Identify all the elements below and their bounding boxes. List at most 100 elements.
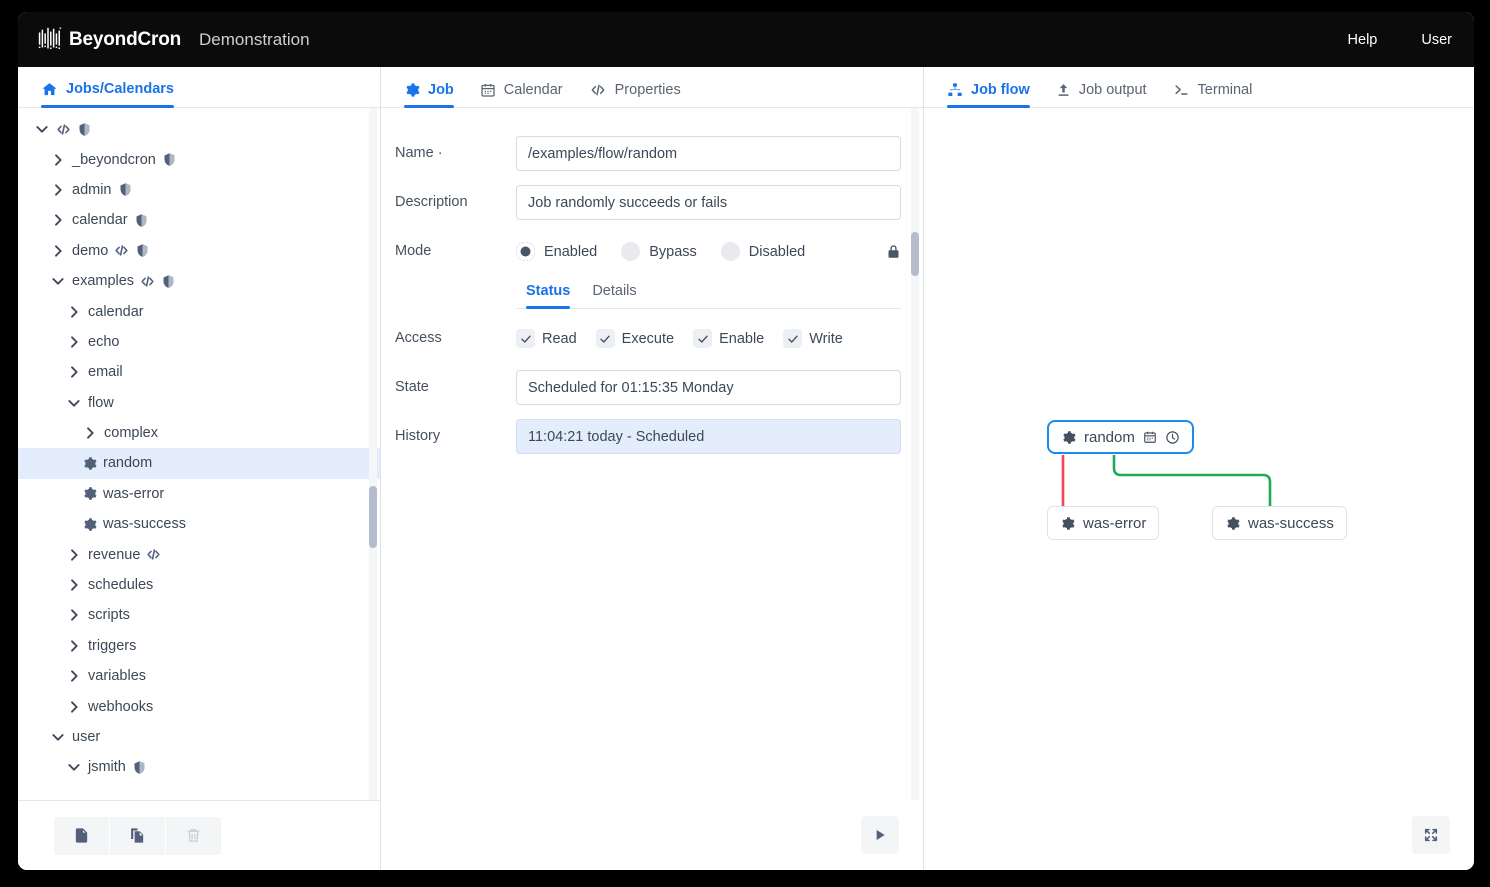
description-label: Description [395, 194, 468, 210]
state-label: State [395, 379, 429, 395]
tree-item-root[interactable] [18, 114, 380, 144]
tab-label: Terminal [1197, 81, 1253, 98]
trash-icon [187, 829, 200, 842]
state-row: State Scheduled for 01:15:35 Monday [395, 370, 901, 405]
checkbox-box [516, 329, 535, 348]
tree-item-schedules[interactable]: schedules [18, 570, 380, 600]
access-check-enable[interactable]: Enable [693, 329, 764, 348]
tab-job[interactable]: Job [393, 82, 465, 108]
code-icon [115, 245, 128, 256]
run-job-button[interactable] [861, 816, 899, 854]
history-label: History [395, 428, 441, 444]
tree-item-email[interactable]: email [18, 357, 380, 387]
expand-icon [1424, 828, 1438, 842]
chevron-down-icon [52, 734, 64, 741]
tab-jobs-calendars[interactable]: Jobs/Calendars [30, 81, 185, 108]
header-actions: Help User [1326, 12, 1474, 67]
mode-option-disabled[interactable]: Disabled [720, 242, 805, 261]
tree-item-revenue[interactable]: revenue [18, 539, 380, 569]
tree-item-random[interactable]: random [18, 448, 380, 479]
tree-item-webhooks[interactable]: webhooks [18, 691, 380, 721]
tab-calendar[interactable]: Calendar [469, 82, 574, 107]
sidebar-scrollbar-thumb[interactable] [369, 486, 377, 548]
home-icon [42, 83, 57, 96]
access-check-execute[interactable]: Execute [595, 329, 674, 348]
tree-item-variables[interactable]: variables [18, 661, 380, 691]
subtab-details[interactable]: Details [584, 283, 644, 308]
sidebar-scrollbar-track[interactable] [369, 108, 377, 800]
status-subtabs: Status Details [516, 283, 901, 309]
tree-item-examples[interactable]: examples [18, 266, 380, 296]
tree-item-user[interactable]: user [18, 722, 380, 752]
tab-job-flow[interactable]: Job flow [936, 82, 1041, 108]
brand-name: BeyondCron [69, 28, 182, 50]
tab-terminal[interactable]: Terminal [1162, 82, 1264, 107]
sitemap-icon [948, 83, 962, 96]
lock-indicator[interactable] [886, 243, 901, 260]
main-panes: Jobs/Calendars _beyondcron admin calendar d… [18, 67, 1474, 870]
history-row: History 11:04:21 today - Scheduled [395, 419, 901, 454]
tree-item-admin[interactable]: admin [18, 175, 380, 205]
tree-item-was-success[interactable]: was-success [18, 509, 380, 539]
delete-button[interactable] [166, 816, 221, 855]
tree-item-label: email [88, 364, 123, 381]
tree-item-beyondcron[interactable]: _beyondcron [18, 144, 380, 174]
flow-node-was-error[interactable]: was-error [1047, 506, 1160, 540]
tree-item-label: variables [88, 668, 147, 685]
radio-dot [621, 242, 641, 261]
expand-flow-button[interactable] [1412, 816, 1450, 854]
tree-item-calendar[interactable]: calendar [18, 205, 380, 235]
code-icon [57, 124, 70, 135]
tree-item-jsmith[interactable]: jsmith [18, 752, 380, 782]
right-toolbar [924, 800, 1474, 870]
tab-job-output[interactable]: Job output [1045, 82, 1158, 107]
chevron-right-icon [71, 579, 78, 591]
gear-icon [1060, 516, 1075, 531]
access-check-write[interactable]: Write [783, 329, 843, 348]
clock-icon [1165, 430, 1180, 445]
tree-item-complex[interactable]: complex [18, 418, 380, 448]
tree-item-was-error[interactable]: was-error [18, 479, 380, 509]
tree-item-triggers[interactable]: triggers [18, 631, 380, 661]
tree-item-demo[interactable]: demo [18, 236, 380, 266]
state-value: Scheduled for 01:15:35 Monday [516, 370, 901, 405]
tree-item-label: was-success [103, 516, 186, 533]
history-value[interactable]: 11:04:21 today - Scheduled [516, 419, 901, 454]
center-scrollbar-track[interactable] [911, 108, 919, 800]
mode-option-enabled[interactable]: Enabled [516, 242, 597, 261]
gear-icon [1061, 430, 1076, 445]
chevron-right-icon [87, 427, 94, 439]
tab-label: Job output [1078, 81, 1147, 98]
subtab-status[interactable]: Status [518, 283, 578, 309]
tree-item-calendar[interactable]: calendar [18, 296, 380, 326]
tree-item-flow[interactable]: flow [18, 388, 380, 418]
flow-node-was-success[interactable]: was-success [1212, 506, 1347, 540]
mode-option-bypass[interactable]: Bypass [621, 242, 697, 261]
tree-item-label: demo [72, 242, 109, 259]
copy-button[interactable] [110, 816, 165, 855]
description-input[interactable]: Job randomly succeeds or fails [516, 185, 901, 220]
tree-item-scripts[interactable]: scripts [18, 600, 380, 630]
new-file-button[interactable] [54, 816, 109, 855]
user-button[interactable]: User [1399, 12, 1474, 67]
flow-canvas[interactable]: random was-error was-success [924, 108, 1474, 800]
access-label: Access [395, 330, 442, 346]
center-scrollbar-thumb[interactable] [911, 232, 919, 276]
app-header: * BeyondCron Demonstration Help User [18, 12, 1474, 67]
tab-properties[interactable]: Properties [578, 82, 692, 107]
flow-edges [1057, 455, 1276, 522]
flow-node-label: random [1084, 428, 1135, 446]
help-button[interactable]: Help [1326, 12, 1400, 67]
name-input[interactable]: /examples/flow/random [516, 136, 901, 171]
checkbox-box [783, 329, 803, 348]
chevron-right-icon [71, 701, 78, 713]
name-row: Name · /examples/flow/random [395, 136, 901, 171]
play-icon [876, 830, 885, 840]
access-check-read[interactable]: Read [516, 329, 577, 348]
chevron-right-icon [71, 305, 78, 318]
tree-item-echo[interactable]: echo [18, 327, 380, 357]
flow-node-random[interactable]: random [1047, 420, 1194, 454]
checkbox-label: Read [542, 330, 577, 347]
chevron-down-icon [68, 764, 80, 771]
tree-item-label: jsmith [88, 759, 126, 776]
